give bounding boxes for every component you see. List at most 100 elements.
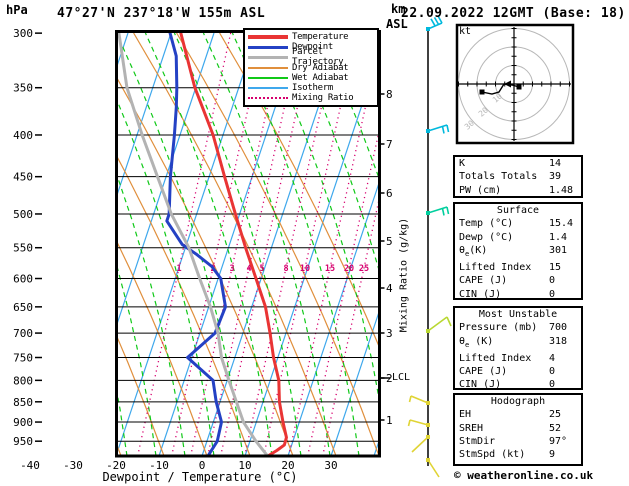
stat-row: K 14: [455, 157, 581, 170]
wind-barb: [441, 208, 445, 216]
stat-label: θe (K): [459, 335, 494, 349]
stat-value: 9: [549, 449, 556, 461]
stat-value: 301: [549, 244, 568, 256]
mixing-ratio-value-label: 3: [229, 264, 234, 274]
stat-label: StmSpd (kt): [459, 449, 526, 461]
mixing-ratio-value-label: 5: [259, 264, 264, 274]
stat-label: EH: [459, 409, 472, 421]
legend-swatch-thick: [248, 45, 288, 50]
stat-row: CAPE (J) 0: [455, 274, 581, 287]
wind-barb: [446, 124, 450, 133]
stat-value: 39: [549, 171, 562, 183]
km-tick-label: 5: [386, 235, 393, 248]
pressure-tick-label: 950: [13, 435, 33, 448]
temp-tick-label: -40: [20, 459, 40, 472]
pressure-tick-label: 750: [13, 352, 33, 365]
hodograph-trace-marker: [516, 84, 522, 90]
mixing-ratio-value-label: 10: [300, 264, 310, 274]
stat-row: Totals Totals 39: [455, 170, 581, 183]
pressure-tick-label: 550: [13, 242, 33, 255]
copyright: © weatheronline.co.uk: [454, 469, 594, 482]
datetime-label: 22.09.2022 12GMT (Base: 18): [401, 6, 626, 21]
stat-value: 15.4: [549, 218, 574, 230]
legend-item-label: Temperature: [292, 32, 349, 43]
stat-row: CIN (J) 0: [455, 378, 581, 391]
stat-section-header: Hodograph: [490, 396, 546, 407]
stat-label: Totals Totals: [459, 171, 538, 183]
stat-row: StmSpd (kt) 9: [455, 448, 581, 461]
stat-value: 1.4: [549, 231, 568, 243]
skewt-sounding-app: 1 2 3 4 5 8 10 15 20 25 300 350 400 450 500 550 600 650 7…: [0, 0, 629, 486]
wind-barb: [427, 22, 443, 30]
isotherm-line: [118, 33, 215, 323]
wind-barb: [427, 316, 448, 332]
wind-barb: [441, 126, 445, 134]
stat-label: Lifted Index: [459, 262, 532, 274]
legend-swatch-thin: [248, 76, 288, 79]
stat-row: SREH 52: [455, 422, 581, 435]
wind-barb: [427, 459, 440, 478]
hodograph-inset: 102030: [455, 23, 575, 145]
stat-label: Lifted Index: [459, 352, 532, 364]
lcl-label: LCL: [392, 372, 411, 383]
stat-label: PW (cm): [459, 184, 502, 196]
mixing-ratio-axis-label: Mixing Ratio (g/kg): [398, 217, 410, 333]
stat-value: 0: [549, 379, 556, 391]
legend-item-label: Wet Adiabat: [292, 72, 349, 83]
stat-row: CAPE (J) 0: [455, 365, 581, 378]
most-unstable-box: Most Unstable Pressure (mb) 700 θe (K) 318 Li…: [453, 306, 583, 390]
legend-item: Isotherm: [245, 83, 377, 93]
stat-row: Lifted Index 15: [455, 261, 581, 274]
hodograph-stats-box: Hodograph EH 25 SREH 52 StmDir 97° StmSpd (kt) 9: [453, 393, 583, 466]
mixing-ratio-value-label: 1: [176, 264, 181, 274]
pressure-tick-label: 400: [13, 129, 33, 142]
legend-box: Temperature Dewpoint Parcel Trajectory Dry …: [243, 28, 379, 107]
wind-barb: [446, 316, 452, 327]
pressure-tick-label: 600: [13, 273, 33, 286]
stat-label: Temp (°C): [459, 218, 514, 230]
stat-value: 97°: [549, 435, 568, 447]
stat-label: CIN (J): [459, 288, 502, 300]
stat-label: K: [459, 158, 466, 169]
pressure-unit-label: hPa: [6, 3, 28, 17]
stat-row: Dewp (°C) 1.4: [455, 231, 581, 244]
stat-value: 52: [549, 422, 562, 434]
series-dewpoint: [165, 33, 227, 456]
hodograph-trace-marker: [479, 89, 485, 95]
stat-value: 700: [549, 322, 568, 334]
stat-label: CIN (J): [459, 379, 502, 391]
wind-barb: [427, 206, 448, 214]
pressure-tick-label: 700: [13, 327, 33, 340]
indices-box: K 14 Totals Totals 39 PW (cm) 1.48: [453, 155, 583, 198]
legend-item: Mixing Ratio: [245, 93, 377, 103]
stat-row: StmDir 97°: [455, 435, 581, 448]
stat-row: Lifted Index 4: [455, 352, 581, 365]
stat-row: EH 25: [455, 408, 581, 421]
pressure-tick-label: 800: [13, 374, 33, 387]
station-title: 47°27'N 237°18'W 155m ASL: [57, 6, 266, 21]
legend-item: Temperature: [245, 32, 377, 42]
legend-swatch-thin: [248, 87, 288, 90]
pressure-tick-label: 650: [13, 301, 33, 314]
wet-adiabat-line: [118, 176, 186, 456]
temp-tick-label: -30: [63, 459, 83, 472]
km-tick-label: 7: [386, 138, 393, 151]
wind-barb: [408, 395, 412, 403]
mixing-ratio-value-label: 20: [344, 264, 354, 274]
mixing-ratio-value-label: 15: [325, 264, 335, 274]
stat-label: Pressure (mb): [459, 322, 538, 334]
stat-section-header: Surface: [496, 205, 540, 216]
stat-value: 1.48: [549, 184, 574, 196]
stat-row: PW (cm) 1.48: [455, 184, 581, 197]
stat-label: Dewp (°C): [459, 231, 514, 243]
wind-barb: [446, 206, 450, 215]
wind-barb: [410, 395, 429, 404]
km-tick-label: 4: [386, 282, 393, 295]
stat-row: θe(K) 301: [455, 244, 581, 261]
legend-item-label: Mixing Ratio: [292, 93, 354, 104]
km-tick-label: 1: [386, 414, 393, 427]
legend-swatch-thick: [248, 35, 288, 39]
mixing-ratio-value-labels: 1 2 3 4 5 8 10 15 20 25: [176, 264, 369, 274]
stat-section-header: Most Unstable: [478, 309, 558, 320]
stat-value: 15: [549, 262, 562, 274]
